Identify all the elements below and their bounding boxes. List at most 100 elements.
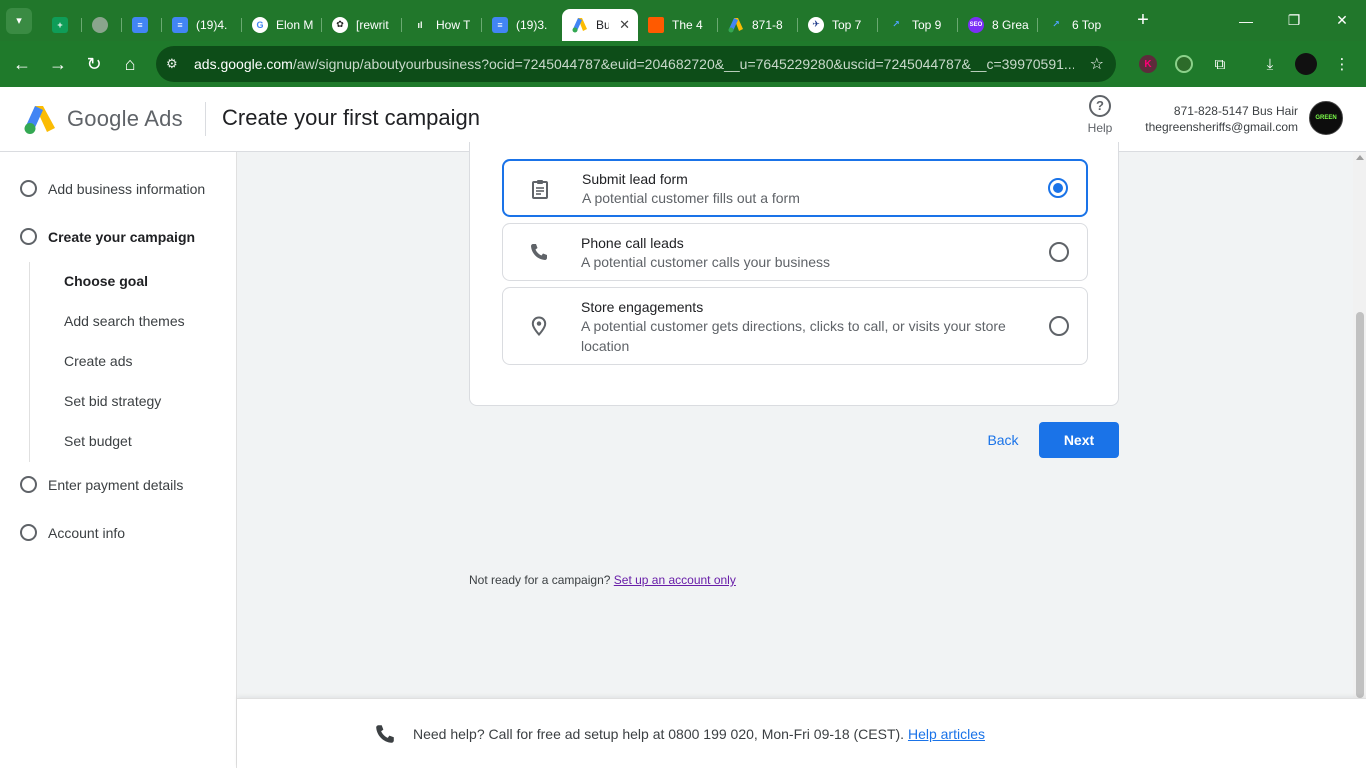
minimize-icon[interactable]: — [1222,0,1270,41]
option-phone-call-leads[interactable]: Phone call leads A potential customer ca… [502,223,1088,281]
account-info[interactable]: 871-828-5147 Bus Hair thegreensheriffs@g… [1145,103,1298,135]
profile-avatar-icon[interactable] [1288,53,1324,75]
tab[interactable]: + [42,9,82,41]
help-button[interactable]: ? Help [1083,95,1117,135]
option-title: Store engagements [581,299,704,315]
tab[interactable]: ✈ Top 7 [798,9,878,41]
google-ads-logo-icon[interactable] [24,104,56,134]
tab[interactable]: ıl How T [402,9,482,41]
docs-icon: ≡ [492,16,508,33]
tab[interactable]: G Elon M [242,9,322,41]
brand-ads: Ads [144,106,183,131]
bookmark-star-icon[interactable]: ☆ [1090,54,1104,74]
setup-account-only-link[interactable]: Set up an account only [614,573,736,587]
radio-unselected[interactable] [1049,242,1069,262]
close-tab-icon[interactable]: ✕ [619,17,630,33]
option-title: Submit lead form [582,171,688,187]
pilot-icon: ✈ [808,16,824,33]
reload-icon[interactable]: ↻ [76,46,112,82]
tab[interactable]: ↗ Top 9 [878,9,958,41]
tab[interactable]: ✿ [rewrit [322,9,402,41]
tab-title: 6 Top [1072,17,1102,32]
sheets-icon: + [52,16,68,33]
help-articles-link[interactable]: Help articles [908,726,985,742]
brand-name: Google Ads [67,106,183,132]
account-name: 871-828-5147 Bus Hair [1173,104,1298,118]
option-store-engagements[interactable]: Store engagements A potential customer g… [502,287,1088,365]
account-avatar[interactable]: GREEN [1309,101,1343,135]
url-text: ads.google.com/aw/signup/aboutyourbusine… [194,56,1074,72]
back-button[interactable]: Back [975,422,1031,458]
scroll-up-arrow-icon[interactable] [1356,155,1364,160]
tab[interactable]: 871-8 [718,9,798,41]
tab[interactable] [82,9,122,41]
substep-choose-goal[interactable]: Choose goal [64,273,148,289]
tab-search-button[interactable]: ▾ [6,7,32,34]
tab[interactable]: The 4 [638,9,718,41]
option-submit-lead-form[interactable]: Submit lead form A potential customer fi… [502,159,1088,217]
substep-set-bid-strategy[interactable]: Set bid strategy [64,393,161,409]
scrollbar-thumb[interactable] [1356,312,1364,698]
phone-icon [376,725,394,743]
step-create-your-campaign[interactable]: Create your campaign [20,228,195,245]
step-label: Create your campaign [48,228,196,245]
tab-title: 8 Grea [992,17,1029,32]
phone-icon [531,244,547,260]
openai-icon: ✿ [332,16,348,33]
step-circle-icon [20,228,37,245]
not-ready-notice: Not ready for a campaign? Set up an acco… [469,573,736,587]
footer-help-text: Need help? Call for free ad setup help a… [413,726,905,742]
tab-title: (19)3. [516,17,548,32]
step-add-business-information[interactable]: Add business information [20,180,205,197]
window-controls: — ❐ ✕ [1222,0,1366,41]
site-info-icon[interactable]: ⚙ [166,56,182,72]
tab[interactable]: SEO 8 Grea [958,9,1038,41]
radio-unselected[interactable] [1049,316,1069,336]
step-circle-icon [20,180,37,197]
substep-line [29,262,30,462]
globe-icon [92,16,108,33]
tab-title: 871-8 [752,17,783,32]
footer-text: Need help? Call for free ad setup help a… [413,726,985,742]
tab[interactable]: ≡ [122,9,162,41]
step-enter-payment-details[interactable]: Enter payment details [20,476,183,493]
clipboard-icon [532,180,548,199]
restore-icon[interactable]: ❐ [1270,0,1318,41]
tab[interactable]: ≡ (19)4. [162,9,242,41]
tab-title: Elon M [276,17,314,32]
tab-title: The 4 [672,17,703,32]
browser-tab-bar: ▾ + ≡ ≡ (19)4. G Elon M ✿ [rewrit ıl How… [0,0,1366,41]
download-icon[interactable]: ⤓ [1252,56,1288,73]
step-circle-icon [20,524,37,541]
page-scrollbar[interactable] [1353,152,1366,698]
next-button[interactable]: Next [1039,422,1119,458]
step-label: Enter payment details [48,476,184,493]
extension-k-icon[interactable]: K [1130,55,1166,73]
substep-add-search-themes[interactable]: Add search themes [64,313,185,329]
seo-icon: SEO [968,16,984,33]
substep-create-ads[interactable]: Create ads [64,353,132,369]
radio-selected[interactable] [1048,178,1068,198]
browser-menu-icon[interactable]: ⋮ [1324,55,1360,73]
url-host: ads.google.com [194,56,293,72]
tab-title: Bu [596,17,610,32]
tab-active[interactable]: Bu ✕ [562,8,638,41]
tab[interactable]: ≡ (19)3. [482,9,562,41]
home-icon[interactable]: ⌂ [112,46,148,82]
step-account-info[interactable]: Account info [20,524,125,541]
tab[interactable]: ↗ 6 Top [1038,9,1118,41]
extension-grammarly-icon[interactable] [1166,55,1202,73]
tab-title: How T [436,17,471,32]
new-tab-button[interactable]: + [1130,9,1156,32]
main-content: Submit lead form A potential customer fi… [237,142,1353,698]
close-window-icon[interactable]: ✕ [1318,0,1366,41]
docs-icon: ≡ [172,16,188,33]
step-label: Account info [48,524,126,541]
back-arrow-icon[interactable]: ← [4,46,40,82]
google-ads-icon [728,17,744,33]
extensions-puzzle-icon[interactable]: ⧉ [1202,56,1238,73]
address-bar[interactable]: ⚙ ads.google.com/aw/signup/aboutyourbusi… [156,46,1116,82]
forward-arrow-icon[interactable]: → [40,46,76,82]
substep-set-budget[interactable]: Set budget [64,433,132,449]
tab-title: Top 7 [832,17,862,32]
